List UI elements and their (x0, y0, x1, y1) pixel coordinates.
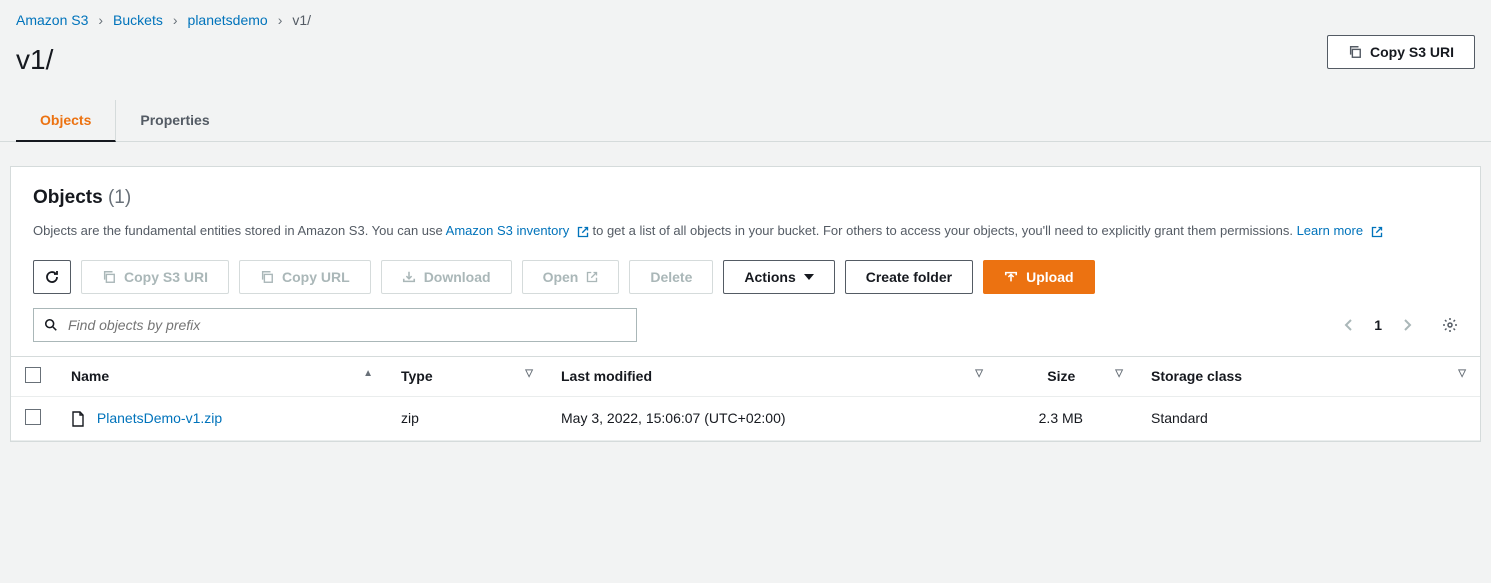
panel-count: (1) (108, 187, 131, 208)
file-icon (71, 411, 85, 427)
sort-asc-icon[interactable]: ▲ (363, 368, 373, 379)
actions-button[interactable]: Actions (723, 260, 834, 294)
inventory-link[interactable]: Amazon S3 inventory (446, 223, 593, 238)
button-label: Download (424, 269, 491, 285)
tab-properties[interactable]: Properties (116, 100, 233, 141)
copy-icon (260, 270, 274, 284)
external-link-icon (586, 271, 598, 283)
table-row: PlanetsDemo-v1.zip zip May 3, 2022, 15:0… (11, 396, 1480, 440)
panel-title-text: Objects (33, 187, 103, 208)
download-icon (402, 270, 416, 284)
col-type[interactable]: Type (401, 368, 433, 384)
col-storage-class[interactable]: Storage class (1151, 368, 1242, 384)
col-last-modified[interactable]: Last modified (561, 368, 652, 384)
chevron-right-icon: › (98, 12, 103, 28)
sort-icon[interactable]: ▽ (1458, 368, 1466, 379)
link-label: Amazon S3 inventory (446, 223, 570, 238)
breadcrumb-current: v1/ (292, 12, 311, 28)
cell-last-modified: May 3, 2022, 15:06:07 (UTC+02:00) (547, 396, 997, 440)
copy-s3-uri-button[interactable]: Copy S3 URI (81, 260, 229, 294)
copy-icon (1348, 45, 1362, 59)
col-size[interactable]: Size (1047, 368, 1075, 384)
link-label: Learn more (1297, 223, 1363, 238)
pagination: 1 (1344, 317, 1458, 333)
next-page-button[interactable] (1402, 318, 1412, 332)
tabs: Objects Properties (0, 100, 1491, 142)
button-label: Copy URL (282, 269, 350, 285)
col-name[interactable]: Name (71, 368, 109, 384)
sort-icon[interactable]: ▽ (1115, 368, 1123, 379)
tab-objects[interactable]: Objects (16, 100, 116, 142)
button-label: Create folder (866, 269, 952, 285)
button-label: Copy S3 URI (1370, 44, 1454, 60)
download-button[interactable]: Download (381, 260, 512, 294)
external-link-icon (577, 226, 589, 238)
chevron-right-icon: › (173, 12, 178, 28)
sort-icon[interactable]: ▽ (975, 368, 983, 379)
sort-icon[interactable]: ▽ (525, 368, 533, 379)
panel-description: Objects are the fundamental entities sto… (33, 221, 1458, 242)
prev-page-button[interactable] (1344, 318, 1354, 332)
caret-down-icon (804, 272, 814, 282)
button-label: Delete (650, 269, 692, 285)
breadcrumb: Amazon S3 › Buckets › planetsdemo › v1/ (0, 0, 1491, 28)
button-label: Open (543, 269, 579, 285)
objects-panel: Objects (1) Objects are the fundamental … (10, 166, 1481, 442)
button-label: Actions (744, 269, 795, 285)
breadcrumb-link[interactable]: planetsdemo (188, 12, 268, 28)
breadcrumb-link[interactable]: Amazon S3 (16, 12, 88, 28)
search-box[interactable] (33, 308, 637, 342)
cell-storage-class: Standard (1137, 396, 1480, 440)
search-input[interactable] (68, 317, 626, 333)
page-title: v1/ (16, 28, 53, 76)
panel-title: Objects (1) (33, 187, 1458, 209)
objects-table: Name ▲ Type ▽ Last modified ▽ Size ▽ Storage… (11, 356, 1480, 441)
search-icon (44, 318, 58, 332)
breadcrumb-link[interactable]: Buckets (113, 12, 163, 28)
desc-text: to get a list of all objects in your buc… (592, 223, 1296, 238)
page-number: 1 (1374, 317, 1382, 333)
open-button[interactable]: Open (522, 260, 620, 294)
chevron-right-icon: › (278, 12, 283, 28)
button-label: Copy S3 URI (124, 269, 208, 285)
upload-button[interactable]: Upload (983, 260, 1094, 294)
copy-s3-uri-button[interactable]: Copy S3 URI (1327, 35, 1475, 69)
object-link[interactable]: PlanetsDemo-v1.zip (97, 410, 222, 426)
settings-button[interactable] (1442, 317, 1458, 333)
refresh-button[interactable] (33, 260, 71, 294)
create-folder-button[interactable]: Create folder (845, 260, 973, 294)
external-link-icon (1371, 226, 1383, 238)
upload-icon (1004, 270, 1018, 284)
learn-more-link[interactable]: Learn more (1297, 223, 1383, 238)
refresh-icon (44, 269, 60, 285)
select-all-checkbox[interactable] (25, 367, 41, 383)
toolbar: Copy S3 URI Copy URL Download Open Delet… (33, 260, 1458, 294)
copy-icon (102, 270, 116, 284)
delete-button[interactable]: Delete (629, 260, 713, 294)
row-checkbox[interactable] (25, 409, 41, 425)
cell-type: zip (387, 396, 547, 440)
desc-text: Objects are the fundamental entities sto… (33, 223, 446, 238)
button-label: Upload (1026, 269, 1073, 285)
copy-url-button[interactable]: Copy URL (239, 260, 371, 294)
cell-size: 2.3 MB (997, 396, 1137, 440)
